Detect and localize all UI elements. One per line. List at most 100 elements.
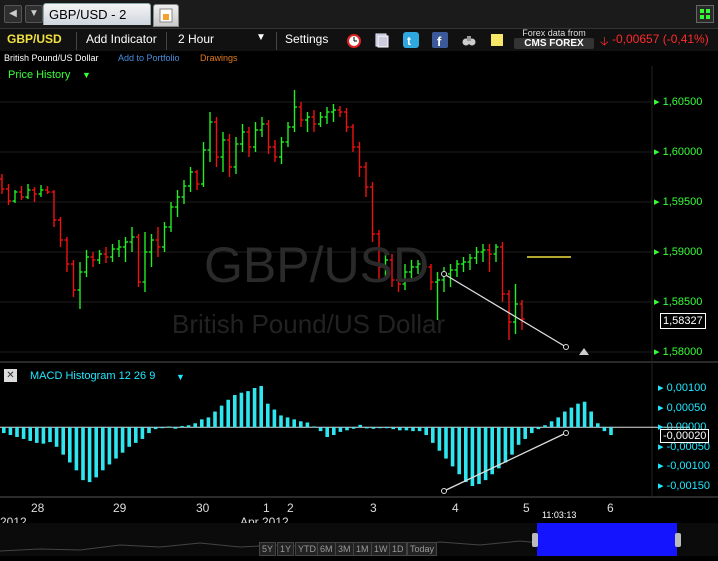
macd-bar xyxy=(61,427,65,455)
date-tick-label: 6 xyxy=(607,501,614,515)
date-tick-label: 30 xyxy=(196,501,210,515)
range-button[interactable]: Today xyxy=(407,542,438,556)
macd-title[interactable]: MACD Histogram 12 26 9 xyxy=(30,370,155,382)
range-button[interactable]: 1D xyxy=(389,542,407,556)
watermark-symbol: GBP/USD xyxy=(204,237,430,293)
sub-bar: British Pound/US Dollar Add to Portfolio… xyxy=(0,52,718,66)
date-tick-label: 5 xyxy=(523,501,530,515)
macd-bar xyxy=(510,427,514,455)
macd-bar xyxy=(345,427,349,431)
chevron-down-icon[interactable]: ▼ xyxy=(82,70,91,80)
range-button[interactable]: 1Y xyxy=(277,542,295,556)
macd-bar xyxy=(431,427,435,443)
macd-bar xyxy=(285,417,290,428)
macd-bar xyxy=(292,419,296,428)
new-tab-button[interactable] xyxy=(153,4,179,27)
macd-bar xyxy=(206,417,211,428)
macd-bar xyxy=(318,427,323,432)
macd-bar xyxy=(127,427,131,447)
provider-logo: Forex data from CMS FOREX xyxy=(514,28,594,52)
note-icon[interactable] xyxy=(489,32,505,48)
alarm-clock-icon[interactable] xyxy=(346,32,362,48)
facebook-icon[interactable]: f xyxy=(432,32,448,49)
layers-icon[interactable] xyxy=(373,32,389,48)
macd-bar xyxy=(543,425,547,428)
macd-bar xyxy=(358,424,362,428)
macd-bar xyxy=(35,427,39,443)
macd-bar xyxy=(332,427,336,436)
price-trendline xyxy=(443,273,567,348)
trendline-anchor xyxy=(563,344,569,350)
price-history-title[interactable]: Price History xyxy=(8,69,70,81)
down-arrow-icon: 🡣 xyxy=(600,34,609,48)
date-tick-label: 2 xyxy=(287,501,294,515)
macd-bar xyxy=(516,427,521,445)
close-icon[interactable]: ✕ xyxy=(4,369,17,382)
macd-bar xyxy=(68,427,72,463)
macd-tick-label: ▸ 0,00050 xyxy=(658,401,707,414)
macd-bar xyxy=(450,427,455,467)
macd-bar xyxy=(233,395,237,428)
range-button[interactable]: 6M xyxy=(317,542,336,556)
macd-bar xyxy=(602,427,607,432)
binoculars-icon[interactable] xyxy=(461,32,477,48)
navigator-window[interactable] xyxy=(537,523,677,556)
tab-menu-button[interactable]: ▼ xyxy=(25,5,43,23)
macd-bar xyxy=(596,423,600,428)
range-button[interactable]: 1W xyxy=(371,542,391,556)
macd-bar xyxy=(219,405,224,428)
date-tick-label: 29 xyxy=(113,501,127,515)
macd-bar xyxy=(437,427,442,451)
drag-handle[interactable] xyxy=(675,533,681,547)
macd-bar xyxy=(28,427,32,441)
price-tick-label: ▸ 1,59500 xyxy=(654,196,703,208)
tab-gbpusd[interactable]: GBP/USD - 2 Hour xyxy=(43,3,151,44)
macd-bar xyxy=(365,427,369,429)
chevron-down-icon[interactable]: ▼ xyxy=(256,32,266,43)
current-macd-label: -0,00020 xyxy=(660,429,710,443)
macd-bar xyxy=(582,401,587,428)
crosshair-time: 11:03:13 xyxy=(542,510,577,520)
add-to-portfolio-link[interactable]: Add to Portfolio xyxy=(118,53,180,63)
symbol-field[interactable]: GBP/USD xyxy=(7,32,62,46)
macd-bar xyxy=(325,427,329,437)
date-tick-label: 3 xyxy=(370,501,377,515)
macd-bar xyxy=(180,426,184,428)
svg-text:t: t xyxy=(407,34,411,48)
add-indicator-button[interactable]: Add Indicator xyxy=(86,32,157,46)
price-tick-label: ▸ 1,59000 xyxy=(654,246,703,258)
date-tick-label: 28 xyxy=(31,501,45,515)
chart-area[interactable] xyxy=(0,66,718,523)
provider-line2: CMS FOREX xyxy=(514,38,594,49)
settings-button[interactable]: Settings xyxy=(285,32,328,46)
price-change: -0,00657 (-0,41%) xyxy=(612,32,709,46)
new-tab-icon xyxy=(159,8,173,23)
macd-bar xyxy=(140,427,145,439)
separator xyxy=(166,32,167,50)
macd-bar xyxy=(48,427,52,443)
chevron-down-icon[interactable]: ▼ xyxy=(176,372,185,382)
macd-bar xyxy=(153,427,158,430)
macd-bar xyxy=(74,427,79,471)
scroll-left-button[interactable]: ◀ xyxy=(4,5,22,23)
current-price-label: 1,58327 xyxy=(660,313,706,329)
macd-bar xyxy=(305,422,310,428)
interval-select[interactable]: 2 Hour xyxy=(178,32,214,46)
twitter-icon[interactable]: t xyxy=(403,32,419,48)
svg-text:f: f xyxy=(437,34,442,48)
range-button[interactable]: YTD xyxy=(295,542,319,556)
trendline-anchor xyxy=(441,271,447,277)
macd-bar xyxy=(523,427,527,439)
macd-bar xyxy=(497,427,501,469)
expand-icon[interactable] xyxy=(696,5,714,23)
range-button[interactable]: 1M xyxy=(353,542,372,556)
macd-bar xyxy=(193,423,197,428)
macd-bar xyxy=(556,417,560,428)
drawings-link[interactable]: Drawings xyxy=(200,53,238,63)
range-button[interactable]: 5Y xyxy=(259,542,277,556)
macd-bar xyxy=(160,427,164,429)
range-button[interactable]: 3M xyxy=(335,542,354,556)
macd-bar xyxy=(15,427,19,437)
macd-bar xyxy=(21,427,26,439)
drag-handle[interactable] xyxy=(532,533,538,547)
